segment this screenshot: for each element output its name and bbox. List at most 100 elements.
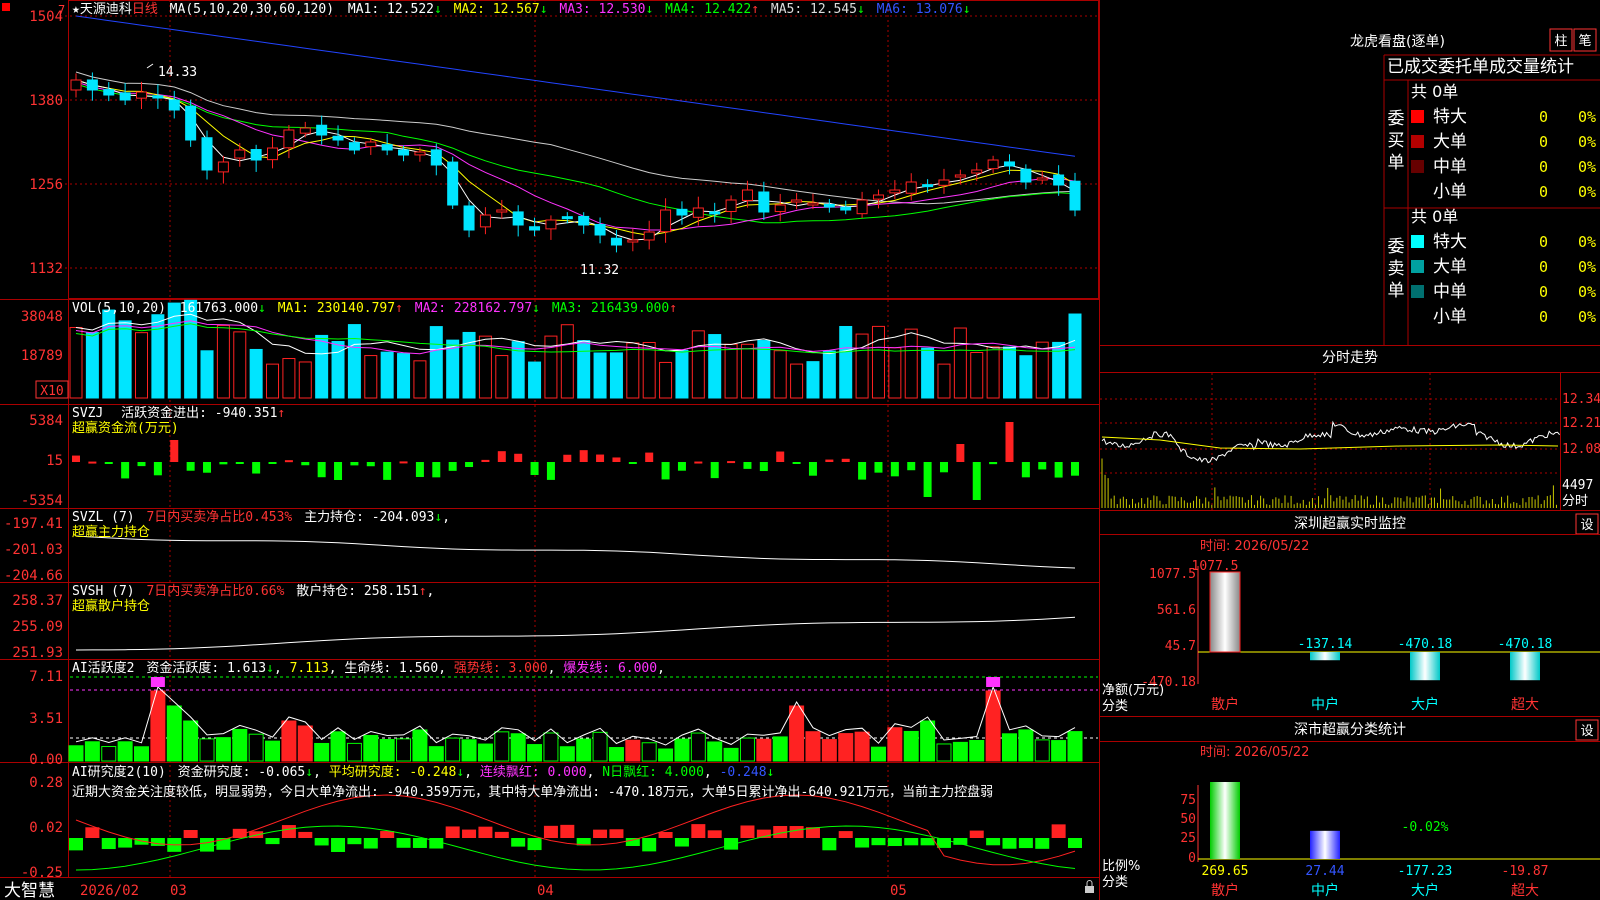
flow-bar: [628, 462, 637, 464]
candle: [660, 209, 672, 233]
activity-bar: [854, 731, 870, 762]
sell-row-pct: 0%: [1578, 233, 1596, 251]
research-bar: [494, 831, 509, 838]
volume-bar: [315, 334, 329, 399]
volume-bar: [839, 325, 853, 399]
research-bar: [298, 831, 313, 838]
sell-row-label: 特大: [1433, 232, 1467, 252]
flow-bar: [956, 444, 965, 462]
volume-bar: [1035, 341, 1049, 399]
research-bar: [707, 830, 722, 838]
candle: [529, 226, 541, 231]
activity-bar: [330, 731, 346, 762]
research-bar: [904, 838, 919, 846]
flow-bar: [432, 462, 441, 478]
sell-row-value: 0: [1539, 233, 1548, 251]
flow-bar: [546, 462, 555, 480]
candle: [136, 91, 148, 99]
activity-bar: [101, 746, 117, 762]
flow-bar: [808, 462, 817, 476]
flow-bar: [252, 462, 261, 474]
sell-swatch: [1411, 285, 1424, 298]
candle: [922, 184, 934, 188]
burst-marker: [986, 677, 1001, 687]
volume-bar: [380, 351, 394, 399]
activity-bar: [1034, 739, 1050, 762]
sell-row-pct: 0%: [1578, 258, 1596, 276]
candle: [234, 149, 246, 159]
price-tick: 1132: [29, 261, 63, 277]
burst-marker: [150, 677, 165, 687]
volume-bar: [266, 363, 280, 399]
activity-bar: [1018, 729, 1034, 762]
realtime-bar-value: -470.18: [1398, 637, 1453, 652]
volume-bar: [528, 361, 542, 399]
category-time: 时间: 2026/05/22: [1200, 745, 1309, 760]
research-bar: [412, 838, 427, 848]
volume-bar: [200, 350, 214, 399]
category-settings-label[interactable]: 设: [1580, 724, 1593, 739]
lhb-tick-label[interactable]: 笔: [1578, 33, 1591, 49]
candle: [823, 203, 835, 208]
ai2-chart: [69, 794, 1082, 871]
activity-bar: [969, 740, 985, 762]
activity-bar: [805, 731, 821, 762]
flow-bar: [219, 462, 228, 465]
buy-side-char: 委: [1388, 109, 1405, 129]
bar-category-label: 中户: [1311, 882, 1339, 899]
flow-bar: [1005, 422, 1014, 462]
bar-panel-tick: 25: [1180, 831, 1196, 846]
research-bar: [789, 826, 804, 838]
realtime-settings-label[interactable]: 设: [1580, 518, 1593, 533]
realtime-unit: 净额(万元): [1102, 683, 1164, 698]
activity-bar: [674, 738, 690, 762]
activity-bar: [723, 747, 739, 762]
activity-bar: [314, 742, 330, 762]
buy-swatch: [1411, 135, 1424, 148]
volume-bar: [855, 333, 869, 399]
vol-header: VOL(5,10,20) 161763.000↓ MA1: 230140.797…: [72, 301, 677, 316]
candle: [627, 239, 639, 243]
activity-bar: [117, 741, 133, 762]
activity-bar: [84, 741, 100, 762]
activity-bar: [281, 720, 297, 762]
lhb-bar-label[interactable]: 柱: [1554, 34, 1567, 49]
category-unit: 比例%: [1102, 859, 1140, 874]
candle: [954, 174, 966, 178]
flow-bar: [170, 440, 179, 462]
flow-bar: [694, 461, 703, 464]
activity-bar: [559, 746, 575, 762]
price-gridlines: [60, 15, 1099, 269]
research-bar: [118, 838, 133, 848]
ai2-tick: -0.25: [21, 865, 63, 881]
ai2-header: AI研究度2(10) 资金研究度: -0.065↓, 平均研究度: -0.248…: [72, 764, 774, 780]
activity-bar: [789, 705, 805, 762]
candle: [463, 205, 475, 231]
sell-swatch: [1411, 235, 1424, 248]
candle: [217, 161, 229, 173]
candle: [1003, 161, 1015, 167]
svzj-chart: [72, 422, 1079, 500]
vol-unit[interactable]: X10: [40, 384, 63, 399]
intraday-vol-unit: 分时: [1562, 494, 1588, 509]
research-bar: [331, 838, 346, 852]
candle: [447, 161, 459, 206]
research-bar: [527, 838, 542, 851]
flow-bar: [137, 462, 146, 467]
sell-side-char: 单: [1388, 281, 1405, 301]
chart-area[interactable]: 1504 1380 1256 1132 38048 18789 5384 15 …: [0, 0, 1100, 900]
category-bar: [1310, 830, 1340, 859]
candle: [430, 149, 442, 166]
research-bar: [347, 838, 362, 845]
research-bar: [396, 838, 411, 848]
sell-row-value: 0: [1539, 283, 1548, 301]
volume-bar: [1068, 313, 1082, 399]
category-cat-label: 分类: [1102, 875, 1128, 890]
volume-bar: [593, 352, 607, 399]
buy-row-value: 0: [1539, 158, 1548, 176]
candle: [381, 144, 393, 151]
flow-bar: [858, 462, 867, 480]
price-header: ★天源迪科日线 MA(5,10,20,30,60,120) MA1: 12.52…: [72, 2, 971, 17]
volume-bar: [937, 363, 951, 399]
research-bar: [642, 838, 657, 852]
